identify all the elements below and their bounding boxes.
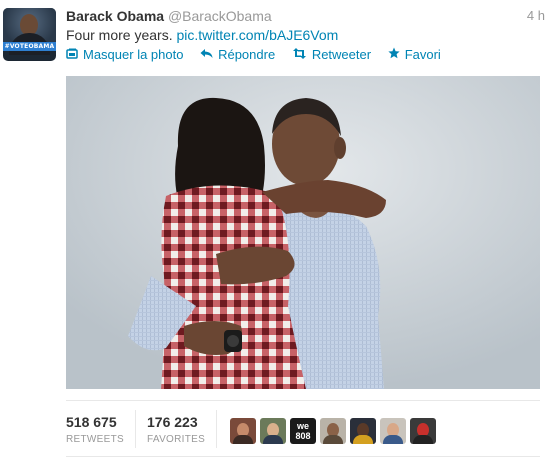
avatar-hashtag-band: #VOTEOBAMA — [3, 42, 56, 51]
hide-photo-label: Masquer la photo — [83, 47, 184, 62]
stat-separator — [135, 410, 136, 448]
star-icon — [388, 46, 400, 64]
retweet-count-stat[interactable]: 518 675 RETWEETS — [66, 414, 124, 445]
favorite-count-label: FAVORITES — [147, 434, 206, 445]
tweet-actions: Masquer la photo Répondre Retweeter Favo… — [66, 46, 454, 64]
tweet-photo-link[interactable]: pic.twitter.com/bAJE6Vom — [176, 27, 338, 43]
tweet-text: Four more years. pic.twitter.com/bAJE6Vo… — [66, 26, 338, 44]
user-avatar-3[interactable]: we 808 — [290, 418, 316, 444]
reply-action[interactable]: Répondre — [200, 46, 275, 64]
favorite-label: Favori — [404, 47, 441, 62]
tweet-header: Barack Obama @BarackObama — [66, 8, 272, 24]
author-handle[interactable]: @BarackObama — [168, 8, 272, 24]
author-display-name[interactable]: Barack Obama — [66, 8, 164, 24]
avatar-body — [323, 435, 343, 444]
avatar-body — [233, 435, 253, 444]
stat-separator — [216, 410, 217, 448]
tweet-photo[interactable] — [66, 76, 540, 389]
photo-icon — [66, 46, 78, 64]
retweet-count: 518 675 — [66, 414, 117, 430]
favorite-action[interactable]: Favori — [388, 46, 441, 64]
retweet-count-label: RETWEETS — [66, 434, 124, 445]
hide-photo-action[interactable]: Masquer la photo — [66, 46, 183, 64]
user-avatar-1[interactable] — [230, 418, 256, 444]
tweet-author-avatar[interactable]: #VOTEOBAMA — [3, 8, 56, 61]
retweet-action[interactable]: Retweeter — [292, 46, 371, 64]
retweet-icon — [292, 46, 307, 64]
favoriters-avatars: we 808 — [230, 418, 436, 444]
favorite-count: 176 223 — [147, 414, 198, 430]
avatar-body — [413, 435, 433, 444]
reply-label: Répondre — [218, 47, 276, 62]
user-avatar-7[interactable] — [410, 418, 436, 444]
user-avatar-2[interactable] — [260, 418, 286, 444]
avatar-body — [263, 435, 283, 444]
avatar-body — [353, 435, 373, 444]
reply-icon — [200, 46, 213, 64]
stats-top-divider — [66, 400, 540, 401]
photo-embrace-illustration — [66, 76, 540, 389]
tweet-body: Four more years. — [66, 27, 173, 43]
user-avatar-6[interactable] — [380, 418, 406, 444]
user-avatar-4[interactable] — [320, 418, 346, 444]
stats-bottom-divider — [66, 456, 540, 457]
favorite-count-stat[interactable]: 176 223 FAVORITES — [147, 414, 205, 445]
tweet-timestamp[interactable]: 4 h — [527, 8, 545, 23]
user-avatar-5[interactable] — [350, 418, 376, 444]
retweet-label: Retweeter — [311, 47, 372, 62]
avatar-body — [383, 435, 403, 444]
avatar-text: we 808 — [295, 421, 311, 441]
